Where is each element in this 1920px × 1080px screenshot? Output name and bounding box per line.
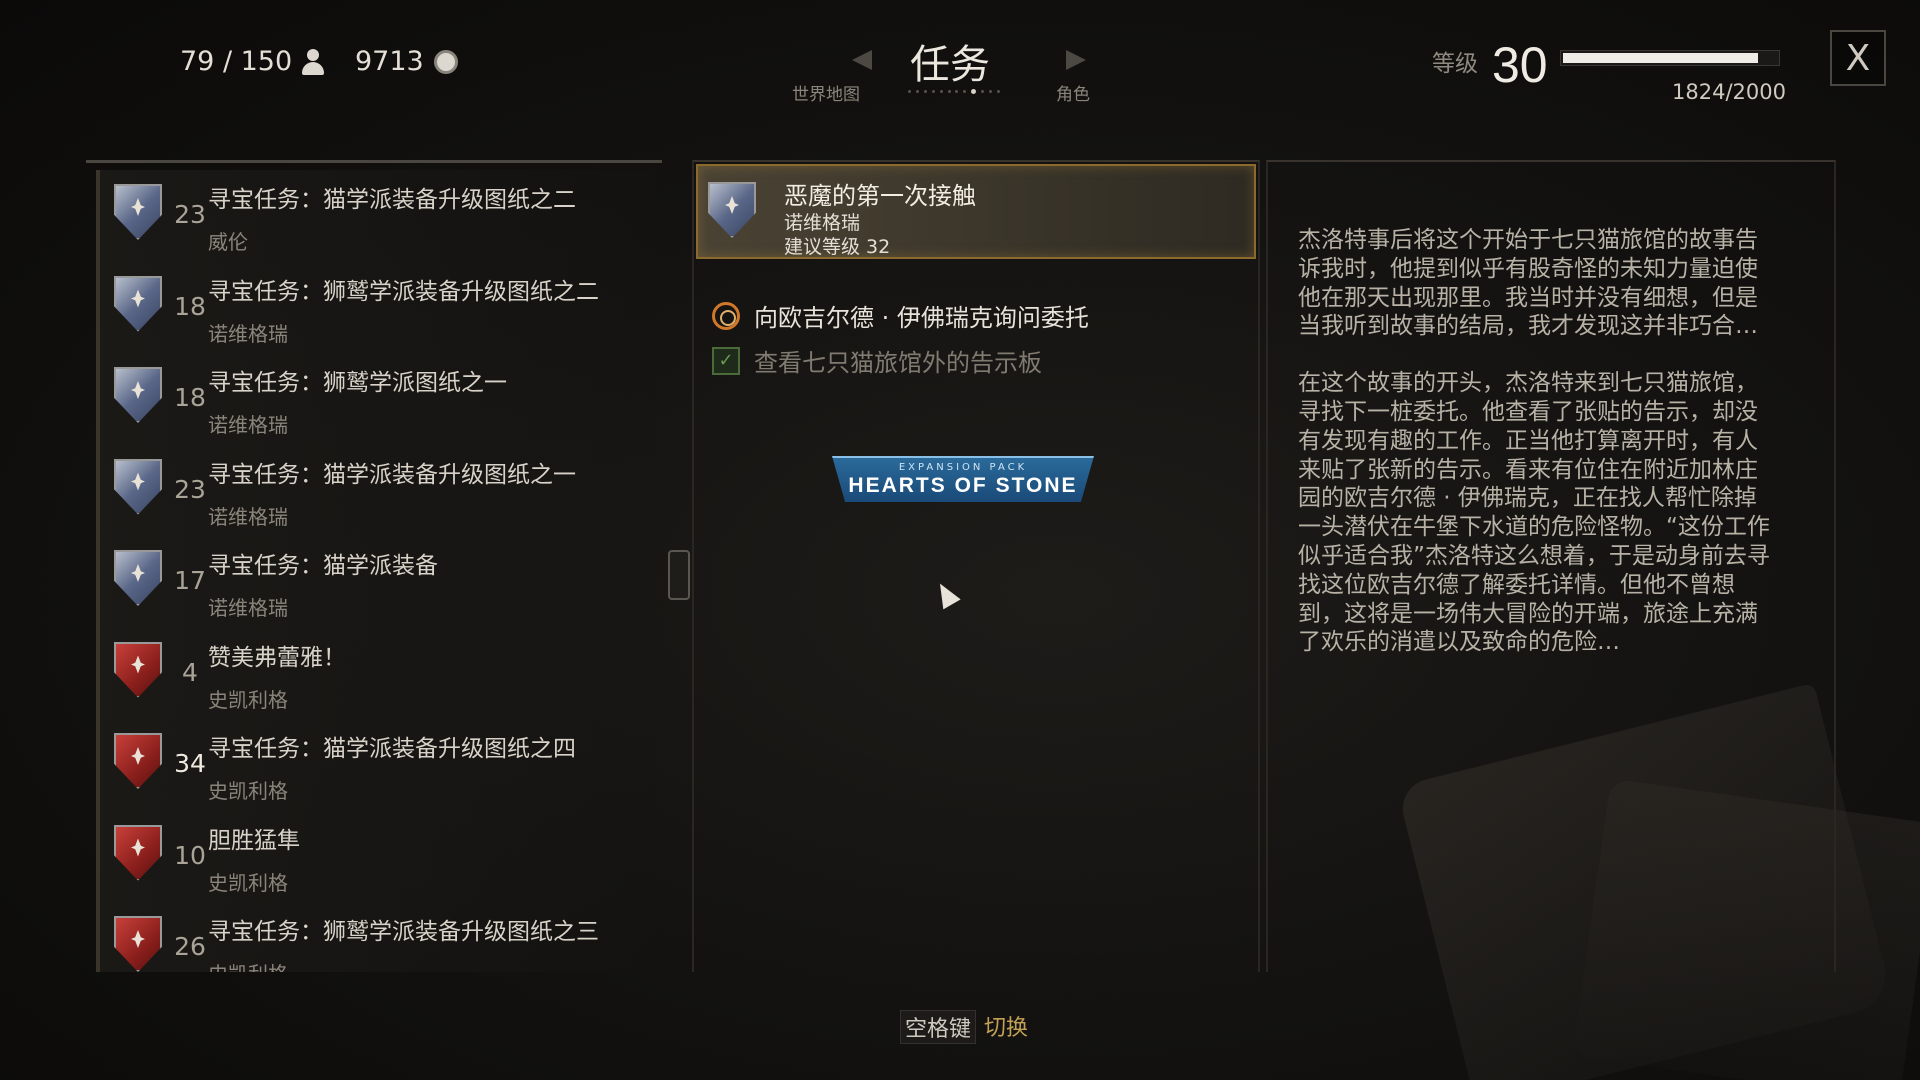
- selected-quest-region: 诺维格瑞: [784, 212, 861, 234]
- hint-action[interactable]: 切换: [984, 1010, 1028, 1044]
- close-button[interactable]: X: [1830, 30, 1886, 86]
- quest-shield-icon: [114, 641, 166, 702]
- quest-list-item[interactable]: 23 寻宝任务：猫学派装备升级图纸之二 威伦: [96, 170, 656, 262]
- objective-target-icon: [712, 301, 740, 330]
- nav-next-arrow-icon[interactable]: [1066, 50, 1086, 70]
- quest-list-item[interactable]: 34 寻宝任务：猫学派装备升级图纸之四 史凯利格: [96, 719, 656, 811]
- quest-region: 史凯利格: [208, 687, 288, 712]
- quest-region: 史凯利格: [208, 870, 288, 895]
- weight-value: 79 / 150: [180, 46, 293, 77]
- quest-level: 23: [174, 474, 206, 504]
- money-indicator: 9713: [355, 46, 458, 77]
- weight-indicator: 79 / 150: [180, 46, 325, 77]
- quest-shield-icon: [114, 275, 166, 336]
- quest-list-item[interactable]: 26寻宝任务：狮鹫学派装备升级图纸之三史凯利格: [96, 902, 656, 972]
- quest-level: 23: [174, 200, 206, 229]
- expansion-small-text: EXPANSION PACK: [898, 462, 1028, 473]
- quest-title: 寻宝任务：猫学派装备升级图纸之一: [208, 461, 576, 488]
- quest-list-item[interactable]: 18 寻宝任务：狮鹫学派装备升级图纸之二 诺维格瑞: [96, 261, 656, 353]
- key-hint: 空格键 切换: [900, 1010, 1028, 1044]
- xp-value: 1824/2000: [1672, 80, 1786, 104]
- objective-text: 向欧吉尔德 · 伊佛瑞克询问委托: [754, 304, 1089, 332]
- quest-level: 4: [182, 657, 198, 687]
- quest-list-item[interactable]: 23 寻宝任务：猫学派装备升级图纸之一 诺维格瑞: [96, 444, 656, 536]
- coin-icon: [433, 49, 458, 74]
- menu-navigation: 任务 世界地图 角色: [780, 30, 1120, 110]
- quest-shield-icon: [708, 182, 760, 242]
- quest-level: 10: [174, 840, 206, 870]
- hearts-of-stone-logo: EXPANSION PACK HEARTS OF STONE: [832, 456, 1094, 502]
- selected-quest-title: 恶魔的第一次接触: [784, 182, 976, 210]
- quest-shield-icon: [114, 367, 166, 427]
- quest-list: 23 寻宝任务：猫学派装备升级图纸之二 威伦 18 寻宝任务：狮鹫学派装备升级图纸之二诺…: [96, 170, 656, 972]
- xp-bar: [1560, 50, 1780, 66]
- nav-prev-label[interactable]: 世界地图: [792, 80, 860, 105]
- quest-list-scrollbar[interactable]: [668, 550, 690, 600]
- quest-level: 18: [174, 291, 206, 321]
- quest-level: 18: [174, 383, 206, 412]
- xp-bar-fill: [1563, 53, 1759, 63]
- quest-list-item[interactable]: 18 寻宝任务：狮鹫学派图纸之一 诺维格瑞: [96, 353, 656, 445]
- quest-title: 寻宝任务：猫学派装备: [208, 553, 438, 579]
- quest-title: 赞美弗蕾雅！: [208, 644, 346, 671]
- quest-region: 史凯利格: [208, 958, 288, 972]
- page-dots: [908, 89, 1000, 96]
- quest-shield-icon: [114, 550, 166, 610]
- quest-level: 34: [174, 749, 206, 778]
- quest-level: 17: [174, 566, 206, 595]
- quest-shield-icon: [114, 184, 166, 244]
- objective-completed[interactable]: ✓ 查看七只猫旅馆外的告示板: [712, 343, 1042, 378]
- quest-title: 寻宝任务：猫学派装备升级图纸之二: [208, 187, 576, 213]
- quest-shield-icon: [114, 733, 166, 793]
- quest-detail-frame: [692, 160, 1260, 972]
- quest-shield-icon: [114, 916, 166, 972]
- quest-level: 26: [174, 932, 206, 961]
- quest-title: 寻宝任务：狮鹫学派装备升级图纸之三: [208, 919, 599, 945]
- quest-description: 杰洛特事后将这个开始于七只猫旅馆的故事告诉我时，他提到似乎有股奇怪的未知力量迫使…: [1298, 226, 1770, 685]
- quest-title: 胆胜猛隼: [208, 827, 300, 854]
- selected-quest-card[interactable]: 恶魔的第一次接触 诺维格瑞 建议等级 32: [696, 164, 1256, 259]
- objective-active[interactable]: 向欧吉尔德 · 伊佛瑞克询问委托: [712, 298, 1089, 333]
- money-value: 9713: [355, 46, 424, 77]
- quest-shield-icon: [114, 458, 166, 519]
- objective-check-icon: ✓: [712, 346, 740, 375]
- quest-title: 寻宝任务：猫学派装备升级图纸之四: [208, 736, 576, 762]
- quest-region: 诺维格瑞: [208, 504, 288, 529]
- nav-next-label[interactable]: 角色: [1056, 80, 1090, 105]
- quest-region: 诺维格瑞: [208, 413, 288, 437]
- level-value: 30: [1492, 37, 1548, 93]
- quest-list-item[interactable]: 4 赞美弗蕾雅！ 史凯利格: [96, 627, 656, 719]
- quest-region: 诺维格瑞: [208, 596, 288, 620]
- quest-shield-icon: [114, 824, 166, 885]
- description-paragraph: 杰洛特事后将这个开始于七只猫旅馆的故事告诉我时，他提到似乎有股奇怪的未知力量迫使…: [1298, 227, 1758, 340]
- description-paragraph: 在这个故事的开头，杰洛特来到七只猫旅馆，寻找下一桩委托。他查看了张贴的告示，却没…: [1298, 370, 1770, 656]
- level-label: 等级: [1432, 51, 1478, 77]
- quest-list-item[interactable]: 17 寻宝任务：猫学派装备 诺维格瑞: [96, 536, 656, 628]
- quest-region: 诺维格瑞: [208, 321, 288, 346]
- hint-key: 空格键: [900, 1010, 977, 1044]
- quest-list-item[interactable]: 10 胆胜猛隼史凯利格: [96, 810, 656, 902]
- expansion-title-text: HEARTS OF STONE: [848, 474, 1078, 497]
- selected-quest-suggested-level: 建议等级 32: [784, 236, 891, 258]
- quest-title: 寻宝任务：狮鹫学派图纸之一: [208, 370, 507, 396]
- weight-icon: [302, 48, 325, 75]
- quest-region: 威伦: [208, 230, 248, 254]
- objective-text: 查看七只猫旅馆外的告示板: [754, 349, 1042, 377]
- quest-region: 史凯利格: [208, 779, 288, 803]
- quest-title: 寻宝任务：狮鹫学派装备升级图纸之二: [208, 278, 599, 305]
